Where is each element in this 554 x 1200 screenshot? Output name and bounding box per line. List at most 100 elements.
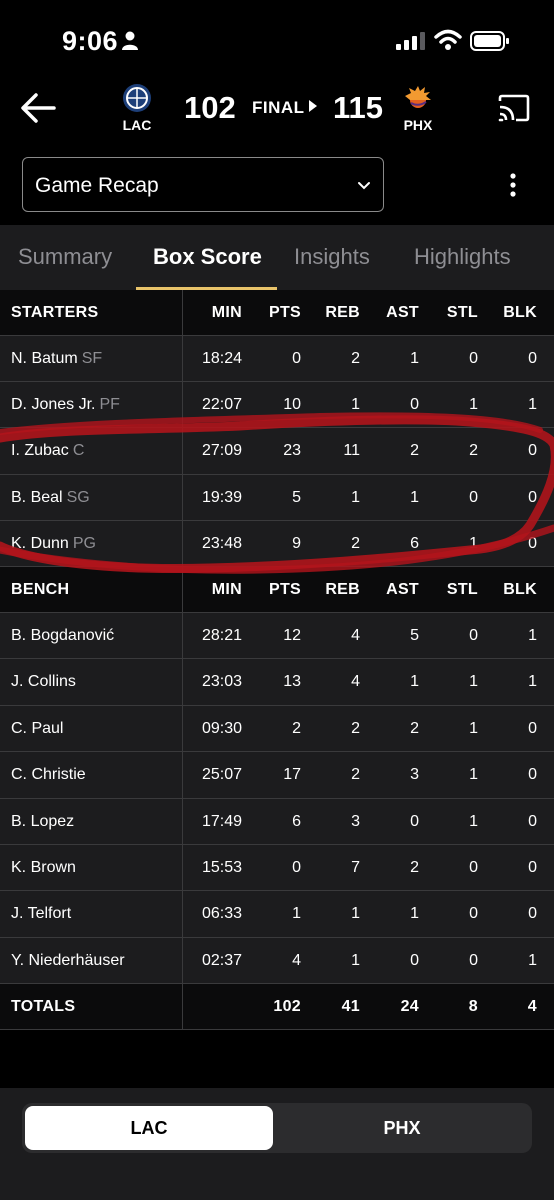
player-name-text: Y. Niederhäuser bbox=[11, 951, 125, 969]
player-row[interactable]: B. Lopez 17:49 6 3 0 1 0 bbox=[0, 798, 554, 845]
column-header-pts[interactable]: PTS bbox=[269, 304, 301, 322]
column-header-ast[interactable]: AST bbox=[386, 581, 419, 599]
player-row[interactable]: D. Jones Jr. PF 22:07 10 1 0 1 1 bbox=[0, 381, 554, 429]
player-name[interactable]: K. Brown bbox=[11, 859, 76, 877]
player-position: PG bbox=[72, 535, 96, 553]
home-team[interactable]: PHX bbox=[388, 83, 448, 133]
column-header-stl[interactable]: STL bbox=[447, 581, 478, 599]
totals-blk: 4 bbox=[527, 998, 537, 1016]
stat-blk: 0 bbox=[528, 719, 537, 737]
player-name[interactable]: J. Telfort bbox=[11, 905, 71, 923]
recap-dropdown[interactable]: Game Recap bbox=[22, 157, 384, 212]
player-position: C bbox=[72, 442, 85, 460]
stat-blk: 0 bbox=[528, 535, 537, 553]
stat-min: 23:03 bbox=[201, 673, 242, 691]
player-name-text: C. Paul bbox=[11, 719, 64, 737]
column-header-reb[interactable]: REB bbox=[325, 304, 360, 322]
player-name[interactable]: D. Jones Jr. PF bbox=[11, 396, 120, 414]
battery-icon bbox=[470, 31, 509, 51]
player-row[interactable]: J. Collins 23:03 13 4 1 1 1 bbox=[0, 659, 554, 706]
starters-header-row: STARTERS MIN PTS REB AST STL BLK bbox=[0, 290, 554, 336]
recap-dropdown-value: Game Recap bbox=[35, 174, 159, 197]
stat-min: 15:53 bbox=[201, 858, 242, 876]
player-row[interactable]: C. Paul 09:30 2 2 2 1 0 bbox=[0, 705, 554, 753]
stat-blk: 0 bbox=[528, 488, 537, 506]
player-name-text: B. Bogdanović bbox=[11, 626, 115, 644]
tab-bar: Summary Box Score Insights Highlights bbox=[0, 225, 554, 290]
bench-header-row: BENCH MIN PTS REB AST STL BLK bbox=[0, 567, 554, 613]
player-row[interactable]: J. Telfort 06:33 1 1 1 0 0 bbox=[0, 891, 554, 938]
player-row[interactable]: I. Zubac C 27:09 23 11 2 2 0 bbox=[0, 428, 554, 475]
player-row[interactable]: N. Batum SF 18:24 0 2 1 0 0 bbox=[0, 335, 554, 382]
stat-reb: 4 bbox=[351, 673, 360, 691]
stat-min: 19:39 bbox=[201, 488, 242, 506]
player-name[interactable]: K. Dunn PG bbox=[11, 535, 96, 553]
column-header-blk[interactable]: BLK bbox=[503, 304, 537, 322]
player-name[interactable]: Y. Niederhäuser bbox=[11, 952, 125, 970]
stat-min: 23:48 bbox=[201, 535, 242, 553]
player-name-text: B. Beal bbox=[11, 488, 63, 506]
stat-pts: 4 bbox=[292, 951, 301, 969]
more-options-icon[interactable] bbox=[505, 172, 521, 198]
stat-min: 27:09 bbox=[201, 442, 242, 460]
player-name[interactable]: B. Beal SG bbox=[11, 489, 90, 507]
home-score: 115 bbox=[333, 90, 384, 125]
cast-icon[interactable] bbox=[497, 94, 531, 122]
stat-min: 25:07 bbox=[201, 766, 242, 784]
back-arrow-icon[interactable] bbox=[18, 90, 58, 126]
tab-highlights[interactable]: Highlights bbox=[414, 244, 511, 270]
stat-reb: 1 bbox=[351, 951, 360, 969]
player-row[interactable]: K. Brown 15:53 0 7 2 0 0 bbox=[0, 844, 554, 892]
stat-reb: 2 bbox=[351, 349, 360, 367]
player-position: SF bbox=[81, 349, 103, 367]
stat-blk: 1 bbox=[528, 951, 537, 969]
column-header-min[interactable]: MIN bbox=[212, 304, 242, 322]
status-time: 9:06 bbox=[62, 26, 119, 56]
column-header-min[interactable]: MIN bbox=[212, 581, 242, 599]
player-name[interactable]: C. Christie bbox=[11, 766, 86, 784]
away-team-abbr: LAC bbox=[122, 117, 152, 133]
person-icon bbox=[122, 31, 138, 50]
player-row[interactable]: B. Bogdanović 28:21 12 4 5 0 1 bbox=[0, 612, 554, 660]
column-header-pts[interactable]: PTS bbox=[269, 581, 301, 599]
player-name[interactable]: B. Lopez bbox=[11, 813, 74, 831]
empty-space bbox=[0, 1031, 554, 1088]
stat-ast: 0 bbox=[410, 951, 419, 969]
player-name[interactable]: C. Paul bbox=[11, 720, 63, 738]
stat-pts: 17 bbox=[283, 766, 301, 784]
tab-summary[interactable]: Summary bbox=[18, 244, 112, 270]
stat-stl: 1 bbox=[469, 719, 478, 737]
column-header-ast[interactable]: AST bbox=[386, 304, 419, 322]
player-name-text: J. Collins bbox=[11, 673, 76, 691]
team-toggle: LAC PHX bbox=[22, 1103, 532, 1153]
tab-box-score[interactable]: Box Score bbox=[153, 244, 262, 270]
stat-blk: 0 bbox=[528, 766, 537, 784]
tab-insights[interactable]: Insights bbox=[294, 244, 370, 270]
column-header-blk[interactable]: BLK bbox=[503, 581, 537, 599]
player-row[interactable]: K. Dunn PG 23:48 9 2 6 1 0 bbox=[0, 521, 554, 568]
away-team[interactable]: LAC bbox=[107, 83, 167, 133]
player-name-text: J. Telfort bbox=[11, 905, 72, 923]
team-toggle-phx[interactable]: PHX bbox=[278, 1106, 526, 1150]
totals-ast: 24 bbox=[400, 998, 419, 1016]
stat-ast: 2 bbox=[410, 719, 419, 737]
player-row[interactable]: C. Christie 25:07 17 2 3 1 0 bbox=[0, 752, 554, 799]
column-header-stl[interactable]: STL bbox=[447, 304, 478, 322]
stat-pts: 12 bbox=[283, 626, 301, 644]
stat-pts: 0 bbox=[292, 349, 301, 367]
player-name[interactable]: N. Batum SF bbox=[11, 350, 102, 368]
player-name[interactable]: B. Bogdanović bbox=[11, 627, 114, 645]
stat-pts: 1 bbox=[292, 905, 301, 923]
team-toggle-lac[interactable]: LAC bbox=[25, 1106, 273, 1150]
stat-pts: 23 bbox=[283, 442, 301, 460]
game-status[interactable]: FINAL bbox=[252, 98, 317, 118]
player-row[interactable]: Y. Niederhäuser 02:37 4 1 0 0 1 bbox=[0, 937, 554, 985]
stat-stl: 1 bbox=[469, 812, 478, 830]
player-name[interactable]: J. Collins bbox=[11, 673, 76, 691]
column-header-reb[interactable]: REB bbox=[325, 581, 360, 599]
stat-pts: 2 bbox=[292, 719, 301, 737]
player-row[interactable]: B. Beal SG 19:39 5 1 1 0 0 bbox=[0, 474, 554, 522]
player-name[interactable]: I. Zubac C bbox=[11, 442, 84, 460]
starters-label: STARTERS bbox=[11, 304, 99, 321]
stat-blk: 0 bbox=[528, 905, 537, 923]
